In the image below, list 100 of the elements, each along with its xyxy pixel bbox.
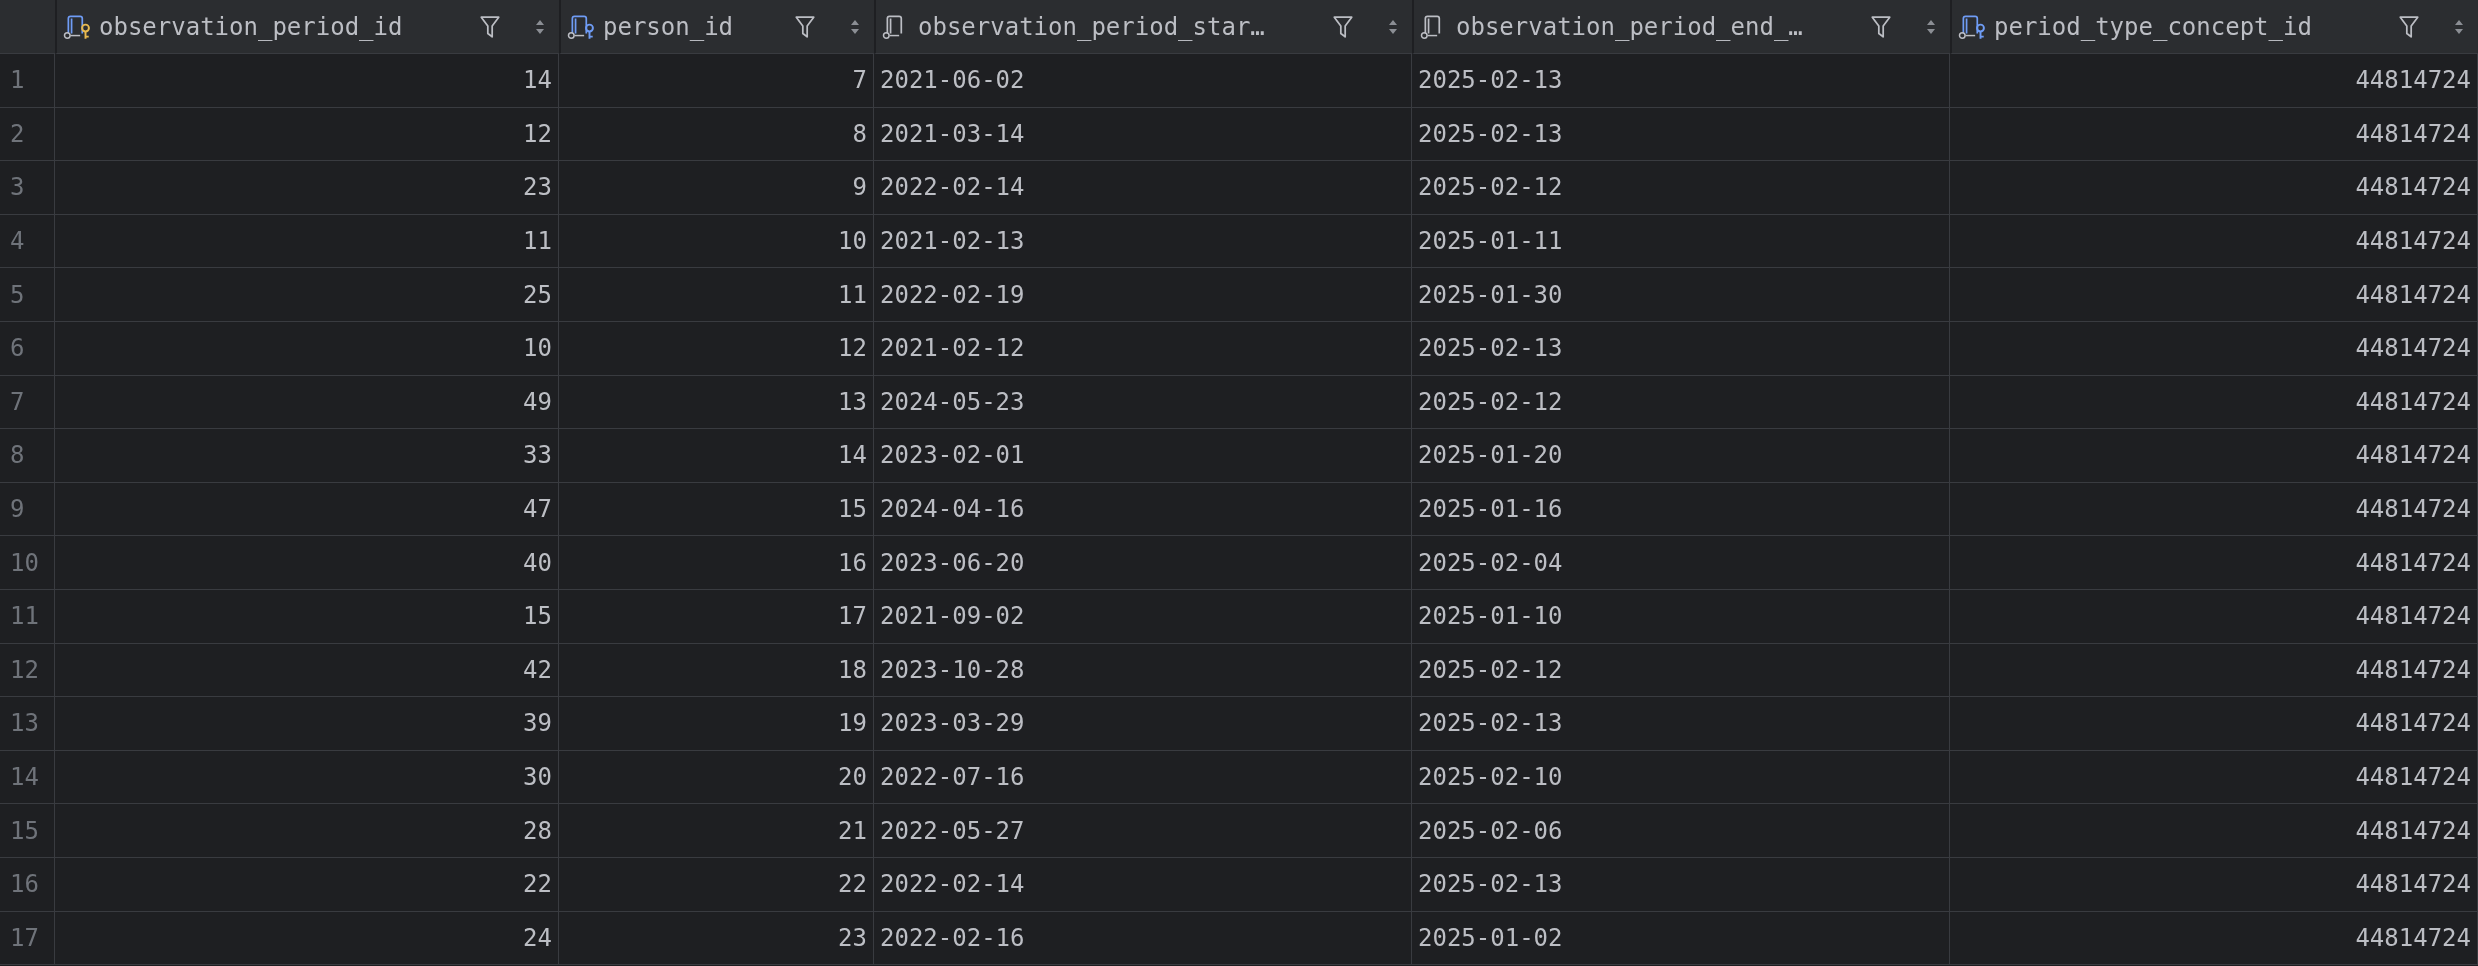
table-cell: 2025-02-12	[1412, 375, 1950, 430]
table-cell: 2021-03-14	[874, 107, 1412, 162]
table-cell: 2025-01-16	[1412, 482, 1950, 537]
table-cell: 2025-02-12	[1412, 643, 1950, 698]
row-number: 2	[0, 107, 55, 162]
table-cell: 44814724	[1950, 482, 2478, 537]
filter-icon[interactable]	[1870, 14, 1892, 39]
sort-icon[interactable]	[1926, 18, 1936, 35]
row-number: 10	[0, 536, 55, 590]
table-cell: 2021-02-12	[874, 321, 1412, 376]
table-cell: 40	[55, 536, 559, 590]
sort-icon[interactable]	[2454, 18, 2464, 35]
table-cell: 47	[55, 482, 559, 537]
table-cell: 2022-02-19	[874, 268, 1412, 322]
column-header[interactable]: period_type_concept_id	[1950, 0, 2478, 54]
table-cell: 44814724	[1950, 536, 2478, 590]
table-cell: 20	[559, 750, 874, 805]
row-number: 4	[0, 214, 55, 269]
table-cell: 49	[55, 375, 559, 430]
table-cell: 2025-02-06	[1412, 804, 1950, 858]
column-name: observation_period_id	[99, 12, 403, 41]
table-cell: 13	[559, 375, 874, 430]
table-cell: 44814724	[1950, 750, 2478, 805]
table-cell: 2025-02-13	[1412, 107, 1950, 162]
table-cell: 23	[559, 911, 874, 966]
table-cell: 44814724	[1950, 161, 2478, 215]
column-name: observation_period_star…	[918, 12, 1265, 41]
table-cell: 12	[55, 107, 559, 162]
table-cell: 2025-02-12	[1412, 161, 1950, 215]
key-column-icon	[1958, 13, 1988, 40]
table-cell: 2024-04-16	[874, 482, 1412, 537]
table-cell: 2025-02-13	[1412, 54, 1950, 108]
table-cell: 2021-02-13	[874, 214, 1412, 269]
key-column-icon	[63, 13, 93, 40]
row-number: 17	[0, 911, 55, 966]
table-cell: 44814724	[1950, 54, 2478, 108]
table-cell: 2025-01-10	[1412, 589, 1950, 644]
row-number: 14	[0, 750, 55, 805]
column-name: period_type_concept_id	[1994, 12, 2312, 41]
sort-icon[interactable]	[1388, 18, 1398, 35]
sort-icon[interactable]	[535, 18, 545, 35]
table-cell: 44814724	[1950, 321, 2478, 376]
table-cell: 10	[559, 214, 874, 269]
filter-icon[interactable]	[1332, 14, 1354, 39]
table-cell: 2025-02-13	[1412, 697, 1950, 751]
table-cell: 11	[55, 214, 559, 269]
table-cell: 19	[559, 697, 874, 751]
table-cell: 21	[559, 804, 874, 858]
table-cell: 16	[559, 536, 874, 590]
table-cell: 23	[55, 161, 559, 215]
sort-icon[interactable]	[850, 18, 860, 35]
table-cell: 2025-01-20	[1412, 429, 1950, 483]
row-number: 12	[0, 643, 55, 698]
table-cell: 22	[559, 857, 874, 912]
table-cell: 44814724	[1950, 107, 2478, 162]
column-header[interactable]: observation_period_end_…	[1412, 0, 1950, 54]
row-number: 16	[0, 857, 55, 912]
row-number: 15	[0, 804, 55, 858]
table-cell: 9	[559, 161, 874, 215]
table-cell: 44814724	[1950, 643, 2478, 698]
table-cell: 25	[55, 268, 559, 322]
table-cell: 44814724	[1950, 911, 2478, 966]
table-cell: 8	[559, 107, 874, 162]
table-cell: 2022-07-16	[874, 750, 1412, 805]
table-cell: 33	[55, 429, 559, 483]
table-cell: 2025-02-10	[1412, 750, 1950, 805]
column-name: person_id	[603, 12, 734, 41]
filter-icon[interactable]	[479, 14, 501, 39]
table-cell: 2025-02-04	[1412, 536, 1950, 590]
table-cell: 2023-03-29	[874, 697, 1412, 751]
table-cell: 2023-10-28	[874, 643, 1412, 698]
table-cell: 2022-02-16	[874, 911, 1412, 966]
column-header[interactable]: observation_period_star…	[874, 0, 1412, 54]
column-header[interactable]: observation_period_id	[55, 0, 559, 54]
table-cell: 12	[559, 321, 874, 376]
table-cell: 44814724	[1950, 589, 2478, 644]
column-header[interactable]: person_id	[559, 0, 874, 54]
table-cell: 39	[55, 697, 559, 751]
row-number: 8	[0, 429, 55, 483]
table-cell: 30	[55, 750, 559, 805]
table-cell: 7	[559, 54, 874, 108]
table-cell: 44814724	[1950, 375, 2478, 430]
table-cell: 2022-02-14	[874, 161, 1412, 215]
table-cell: 44814724	[1950, 429, 2478, 483]
column-name: observation_period_end_…	[1456, 12, 1803, 41]
filter-icon[interactable]	[794, 14, 816, 39]
filter-icon[interactable]	[2398, 14, 2420, 39]
table-cell: 11	[559, 268, 874, 322]
table-cell: 2021-09-02	[874, 589, 1412, 644]
header-corner	[0, 0, 55, 54]
table-cell: 14	[55, 54, 559, 108]
table-cell: 2025-02-13	[1412, 321, 1950, 376]
table-cell: 2024-05-23	[874, 375, 1412, 430]
table-cell: 44814724	[1950, 214, 2478, 269]
table-cell: 18	[559, 643, 874, 698]
row-number: 13	[0, 697, 55, 751]
table-cell: 17	[559, 589, 874, 644]
table-cell: 2025-02-13	[1412, 857, 1950, 912]
row-number: 1	[0, 54, 55, 108]
table-cell: 14	[559, 429, 874, 483]
